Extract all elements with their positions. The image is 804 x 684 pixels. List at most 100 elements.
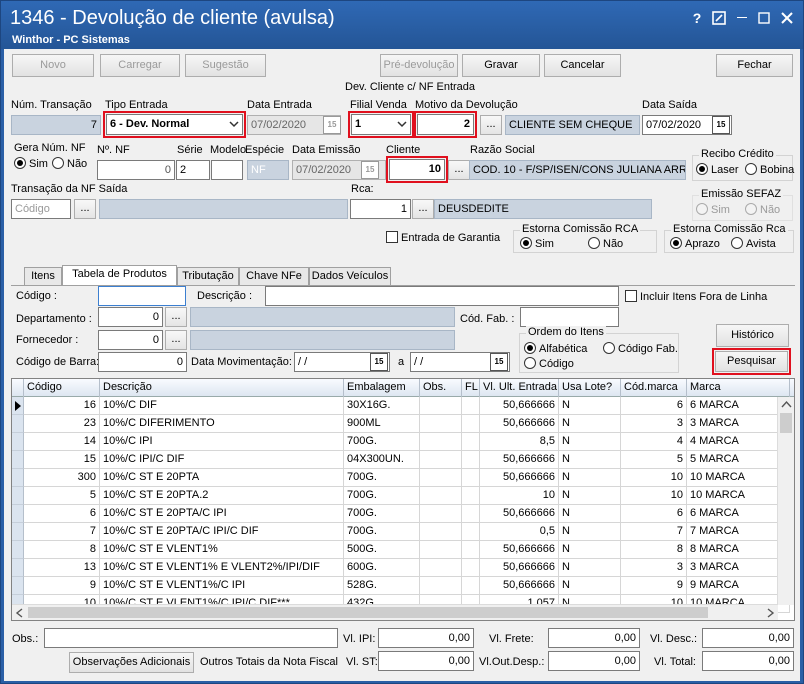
vl-frete-field[interactable]: 0,00 — [548, 628, 640, 648]
help-icon[interactable]: ? — [688, 9, 706, 27]
estorna-rca-nao-radio[interactable]: Não — [588, 237, 623, 250]
horizontal-scroll-thumb[interactable] — [28, 607, 708, 618]
table-row[interactable]: 16 10%/C DIF 30X16G. 50,666666 N 6 6 MARCA — [12, 397, 790, 415]
column-header-cod-marca[interactable]: Cód.marca — [621, 379, 687, 397]
tab-tabela-produtos[interactable]: Tabela de Produtos — [62, 265, 177, 286]
tab-chave-nfe[interactable]: Chave NFe — [239, 267, 309, 285]
avista-radio[interactable]: Avista — [731, 237, 776, 250]
table-row[interactable]: 8 10%/C ST E VLENT1% 500G. 50,666666 N 8 8 MAR… — [12, 541, 790, 559]
calendar-icon[interactable]: 15 — [490, 353, 508, 371]
modelo-field[interactable] — [211, 160, 243, 180]
products-grid[interactable]: Código Descrição Embalagem Obs. FL Vl. Ult. E… — [11, 378, 795, 621]
pesquisar-button[interactable]: Pesquisar — [712, 348, 791, 375]
column-header-codigo[interactable]: Código — [24, 379, 100, 397]
column-header-descricao[interactable]: Descrição — [100, 379, 344, 397]
column-header-marca[interactable]: Marca — [687, 379, 790, 397]
calendar-icon[interactable]: 15 — [323, 116, 341, 134]
tipo-entrada-select[interactable]: 6 - Dev. Normal — [103, 111, 246, 138]
rca-field[interactable]: 1 — [350, 199, 411, 219]
tab-dados-veiculos[interactable]: Dados Veículos — [309, 267, 391, 285]
departamento-field[interactable]: 0 — [98, 307, 163, 327]
fornecedor-search-button[interactable]: ... — [165, 330, 187, 350]
vertical-scroll-thumb[interactable] — [780, 413, 792, 433]
motivo-devolucao-field[interactable]: 2 — [414, 111, 477, 138]
transacao-search-button[interactable]: ... — [74, 199, 96, 219]
fechar-button[interactable]: Fechar — [716, 54, 793, 77]
ordem-alfabetica-radio[interactable]: Alfabética — [524, 342, 587, 355]
filial-venda-select[interactable]: 1 — [348, 111, 414, 138]
tab-itens[interactable]: Itens — [24, 267, 62, 285]
descricao-field[interactable] — [265, 286, 619, 306]
cod-fab-field[interactable] — [520, 307, 619, 327]
vl-st-field[interactable]: 0,00 — [378, 651, 474, 671]
num-nf-field[interactable]: 0 — [97, 160, 175, 180]
vl-total-field[interactable]: 0,00 — [702, 651, 794, 671]
scroll-left-icon[interactable] — [12, 605, 28, 621]
rca-search-button[interactable]: ... — [412, 199, 434, 219]
aprazo-radio[interactable]: Aprazo — [670, 237, 720, 250]
column-header-embalagem[interactable]: Embalagem — [344, 379, 420, 397]
recibo-bobina-radio[interactable]: Bobina — [745, 163, 794, 176]
sugestao-button[interactable]: Sugestão — [185, 54, 266, 77]
historico-button[interactable]: Histórico — [716, 324, 789, 347]
obs-field[interactable] — [44, 628, 338, 648]
cliente-search-button[interactable]: ... — [448, 160, 470, 180]
table-row[interactable]: 13 10%/C ST E VLENT1% E VLENT2%/IPI/DIF 60… — [12, 559, 790, 577]
table-row[interactable]: 7 10%/C ST E 20PTA/C IPI/C DIF 700G. 0,5 N 7 7… — [12, 523, 790, 541]
recibo-laser-radio[interactable]: Laser — [696, 163, 739, 176]
cell-marca: 7 MARCA — [687, 523, 790, 541]
num-transacao-field[interactable]: 7 — [11, 115, 101, 135]
serie-field[interactable]: 2 — [176, 160, 210, 180]
calendar-icon[interactable]: 15 — [361, 161, 379, 179]
carregar-button[interactable]: Carregar — [100, 54, 180, 77]
column-header-vl-ult-entrada[interactable]: Vl. Ult. Entrada — [480, 379, 559, 397]
observacoes-adicionais-button[interactable]: Observações Adicionais — [69, 652, 194, 673]
minimize-icon[interactable]: — — [733, 9, 751, 27]
table-row[interactable]: 300 10%/C ST E 20PTA 700G. 50,666666 N 10 10 M… — [12, 469, 790, 487]
codigo-field[interactable] — [98, 286, 186, 306]
calendar-icon[interactable]: 15 — [370, 353, 388, 371]
horizontal-scrollbar[interactable] — [12, 604, 778, 620]
ordem-codigo-fab-radio[interactable]: Código Fab. — [603, 342, 678, 355]
departamento-search-button[interactable]: ... — [165, 307, 187, 327]
table-row[interactable]: 14 10%/C IPI 700G. 8,5 N 4 4 MARCA — [12, 433, 790, 451]
column-header-fl[interactable]: FL — [462, 379, 480, 397]
cell-vl-ult-entrada: 50,666666 — [480, 577, 559, 595]
edit-icon[interactable] — [710, 9, 728, 27]
novo-button[interactable]: Novo — [12, 54, 94, 77]
sefaz-nao-radio[interactable]: Não — [745, 203, 780, 216]
tab-tributacao[interactable]: Tributação — [177, 267, 239, 285]
estorna-rca-sim-radio[interactable]: Sim — [520, 237, 554, 250]
vl-out-desp-field[interactable]: 0,00 — [548, 651, 640, 671]
table-row[interactable]: 5 10%/C ST E 20PTA.2 700G. 10 N 10 10 MARCA — [12, 487, 790, 505]
cliente-field[interactable]: 10 — [386, 156, 448, 183]
column-header-usa-lote[interactable]: Usa Lote? — [559, 379, 621, 397]
table-row[interactable]: 23 10%/C DIFERIMENTO 900ML 50,666666 N 3 3 MAR… — [12, 415, 790, 433]
scroll-up-icon[interactable] — [778, 397, 795, 413]
vl-desc-field[interactable]: 0,00 — [702, 628, 794, 648]
cancelar-button[interactable]: Cancelar — [544, 54, 621, 77]
transacao-nf-saida-field[interactable]: Código — [11, 199, 71, 219]
gera-num-nf-sim[interactable]: Sim — [14, 157, 48, 170]
vl-ipi-field[interactable]: 0,00 — [378, 628, 474, 648]
maximize-icon[interactable] — [755, 9, 773, 27]
ordem-codigo-radio[interactable]: Código — [524, 357, 574, 370]
codigo-barra-field[interactable]: 0 — [98, 352, 187, 372]
gravar-button[interactable]: Gravar — [462, 54, 540, 77]
cell-descricao: 10%/C IPI — [100, 433, 344, 451]
sefaz-sim-radio[interactable]: Sim — [696, 203, 730, 216]
incluir-fora-linha-checkbox[interactable]: Incluir Itens Fora de Linha — [625, 290, 767, 303]
entrada-garantia-checkbox[interactable]: Entrada de Garantia — [386, 231, 500, 244]
column-header-obs[interactable]: Obs. — [420, 379, 462, 397]
table-row[interactable]: 6 10%/C ST E 20PTA/C IPI 700G. 50,666666 N 6 6… — [12, 505, 790, 523]
fornecedor-field[interactable]: 0 — [98, 330, 163, 350]
calendar-icon[interactable]: 15 — [712, 116, 730, 134]
table-row[interactable]: 15 10%/C IPI/C DIF 04X300UN. 50,666666 N 5 5 M… — [12, 451, 790, 469]
gera-num-nf-nao[interactable]: Não — [52, 157, 87, 170]
motivo-search-button[interactable]: ... — [480, 115, 502, 135]
vertical-scrollbar[interactable] — [777, 397, 794, 605]
scroll-right-icon[interactable] — [762, 605, 778, 621]
pre-devolucao-button[interactable]: Pré-devolução — [380, 54, 458, 77]
close-icon[interactable] — [778, 9, 796, 27]
table-row[interactable]: 9 10%/C ST E VLENT1%/C IPI 528G. 50,666666 N… — [12, 577, 790, 595]
